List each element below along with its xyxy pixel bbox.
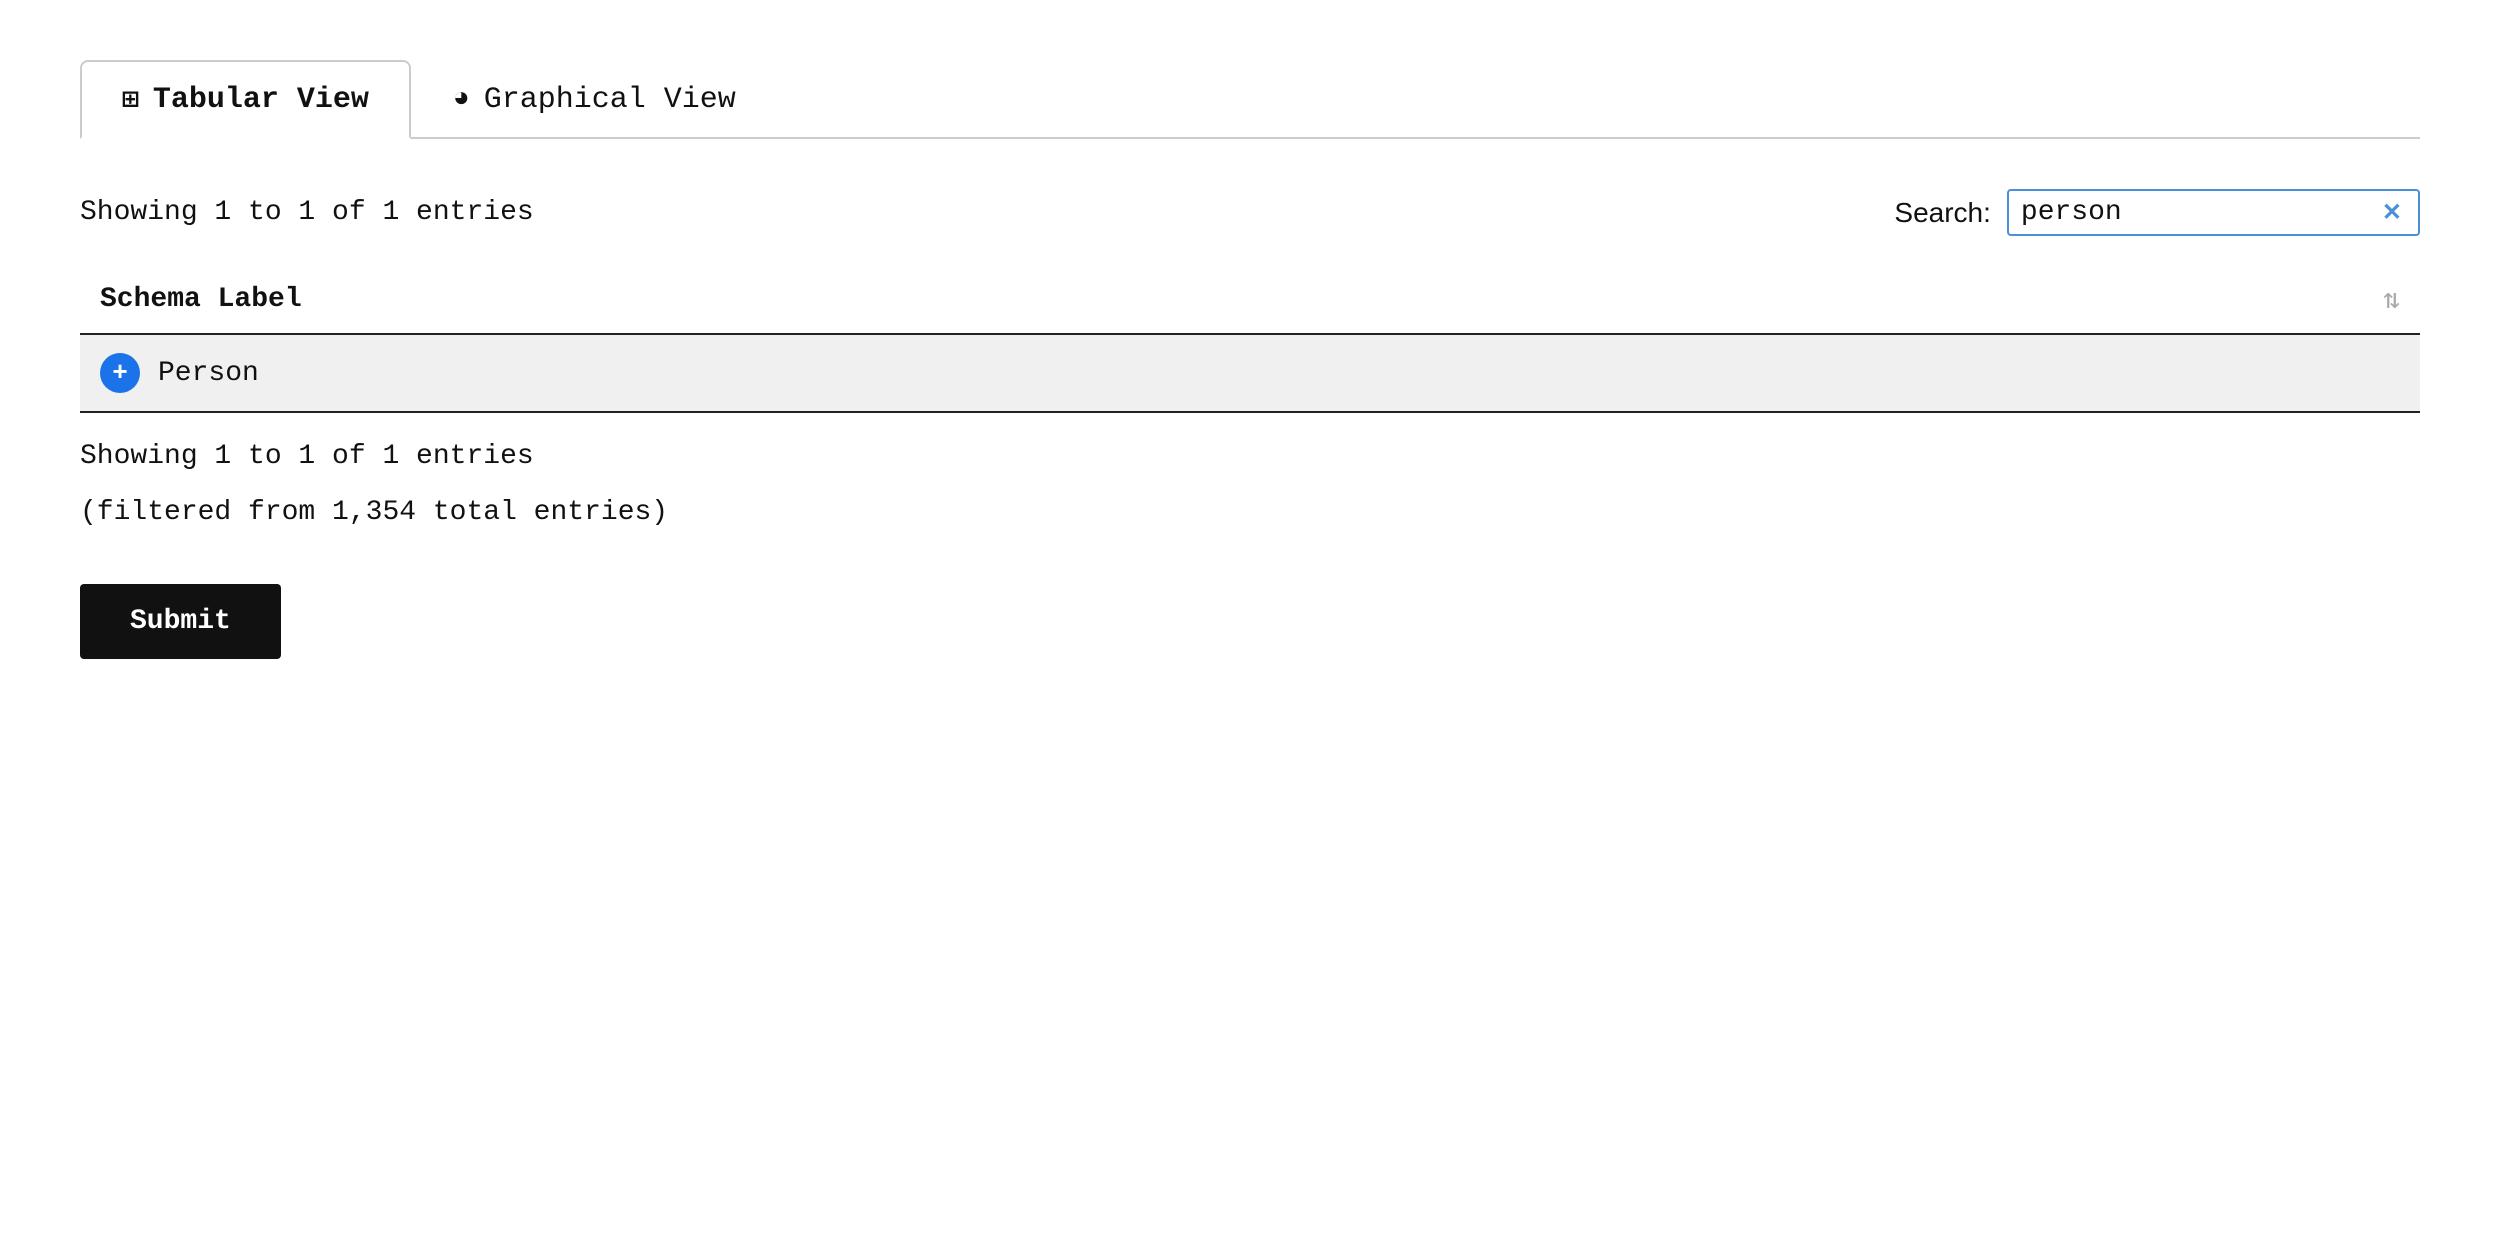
tab-graphical-label: Graphical View: [484, 83, 736, 117]
clear-search-button[interactable]: ✕: [2378, 201, 2406, 225]
expand-icon[interactable]: +: [100, 353, 140, 393]
controls-row: Showing 1 to 1 of 1 entries Search: ✕: [80, 189, 2420, 236]
sort-icon[interactable]: ⇅: [2383, 282, 2400, 317]
schema-table: Schema Label ⇅ + Person: [80, 266, 2420, 413]
table-row[interactable]: + Person: [80, 335, 2420, 413]
table-header: Schema Label ⇅: [80, 266, 2420, 335]
search-label: Search:: [1894, 197, 1991, 229]
tab-tabular[interactable]: ⊞ Tabular View: [80, 60, 411, 139]
submit-button[interactable]: Submit: [80, 584, 281, 659]
tab-graphical[interactable]: ◕ Graphical View: [411, 60, 778, 137]
search-input[interactable]: [2021, 197, 2378, 228]
tab-tabular-label: Tabular View: [153, 83, 369, 117]
search-area: Search: ✕: [1894, 189, 2420, 236]
showing-top-text: Showing 1 to 1 of 1 entries: [80, 197, 534, 228]
showing-bottom-line1: Showing 1 to 1 of 1 entries: [80, 433, 2420, 481]
footer-text-area: Showing 1 to 1 of 1 entries (filtered fr…: [80, 433, 2420, 536]
tabs-container: ⊞ Tabular View ◕ Graphical View: [80, 60, 2420, 139]
tabular-icon: ⊞: [122, 82, 139, 117]
graphical-icon: ◕: [453, 84, 470, 115]
search-input-wrapper: ✕: [2007, 189, 2420, 236]
row-person-label: Person: [158, 358, 259, 389]
showing-bottom-line2: (filtered from 1,354 total entries): [80, 489, 2420, 537]
column-schema-label: Schema Label: [100, 284, 302, 315]
